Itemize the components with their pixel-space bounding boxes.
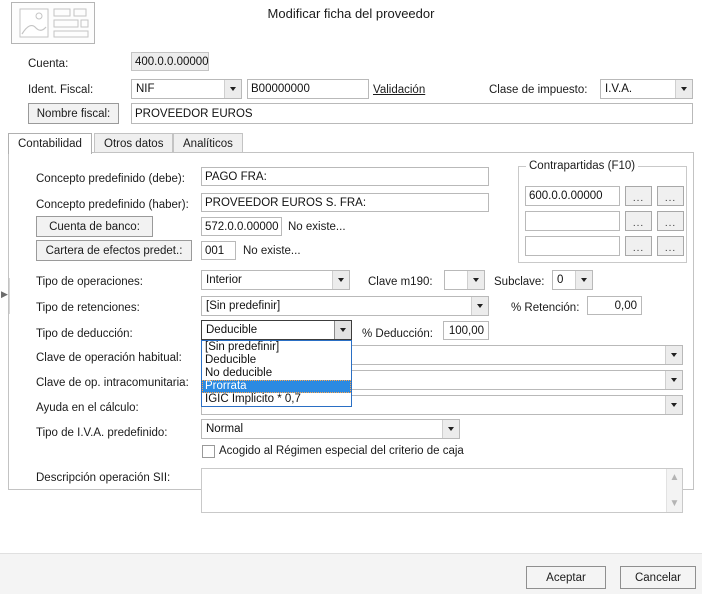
- contrapartida-field-2[interactable]: [525, 211, 620, 231]
- subclave-label: Subclave:: [494, 276, 545, 288]
- panel-edge-divider: [9, 278, 10, 314]
- contrapartida-browse-1b[interactable]: ...: [657, 186, 684, 206]
- dialog-window: Modificar ficha del proveedor Cuenta: 40…: [0, 0, 702, 594]
- chevron-down-icon[interactable]: [467, 271, 484, 289]
- tipo-operaciones-select[interactable]: Interior: [201, 270, 350, 290]
- cuenta-label: Cuenta:: [28, 58, 69, 70]
- chevron-down-icon[interactable]: [665, 371, 682, 389]
- tipo-deduccion-select[interactable]: Deducible: [201, 320, 352, 340]
- subclave-value: 0: [557, 274, 564, 286]
- clase-impuesto-value: I.V.A.: [605, 83, 633, 95]
- cancel-button[interactable]: Cancelar: [620, 566, 696, 589]
- tipo-iva-label: Tipo de I.V.A. predefinido:: [36, 427, 168, 439]
- dropdown-option-2[interactable]: No deducible: [202, 367, 351, 380]
- chevron-down-icon[interactable]: [224, 80, 241, 98]
- clase-impuesto-label: Clase de impuesto:: [489, 84, 588, 96]
- contrapartida-browse-1a[interactable]: ...: [625, 186, 652, 206]
- chevron-down-icon[interactable]: [665, 346, 682, 364]
- descripcion-sii-value[interactable]: [202, 469, 666, 512]
- descripcion-sii-textarea[interactable]: ▲ ▼: [201, 468, 683, 513]
- descripcion-sii-scrollbar[interactable]: ▲ ▼: [666, 469, 682, 512]
- ident-fiscal-field[interactable]: B00000000: [247, 79, 369, 99]
- tipo-retenciones-value: [Sin predefinir]: [206, 300, 281, 312]
- clave-op-intra-label: Clave de op. intracomunitaria:: [36, 377, 189, 389]
- tipo-iva-value: Normal: [206, 423, 244, 435]
- tipo-retenciones-label: Tipo de retenciones:: [36, 302, 140, 314]
- criterio-caja-label: Acogido al Régimen especial del criterio…: [219, 445, 464, 457]
- tipo-deduccion-value: Deducible: [206, 324, 258, 336]
- page-title: Modificar ficha del proveedor: [267, 6, 435, 21]
- chevron-down-icon[interactable]: [665, 396, 682, 414]
- chevron-down-icon[interactable]: [675, 80, 692, 98]
- tipo-operaciones-value: Interior: [206, 274, 242, 286]
- clave-m190-select[interactable]: [444, 270, 485, 290]
- clase-impuesto-select[interactable]: I.V.A.: [600, 79, 693, 99]
- contrapartida-field-1[interactable]: 600.0.0.00000: [525, 186, 620, 206]
- cartera-efectos-button[interactable]: Cartera de efectos predet.:: [36, 240, 192, 261]
- pct-deduccion-field[interactable]: 100,00: [443, 321, 489, 340]
- tipo-deduccion-dropdown-list[interactable]: [Sin predefinir] Deducible No deducible …: [201, 340, 352, 407]
- dropdown-option-1[interactable]: Deducible: [202, 354, 351, 367]
- cartera-efectos-field[interactable]: 001: [201, 241, 236, 260]
- ident-fiscal-type-select[interactable]: NIF: [131, 79, 242, 99]
- ayuda-calculo-label: Ayuda en el cálculo:: [36, 402, 139, 414]
- contrapartida-field-3[interactable]: [525, 236, 620, 256]
- subclave-select[interactable]: 0: [552, 270, 593, 290]
- chevron-down-icon[interactable]: [471, 297, 488, 315]
- contrapartidas-title: Contrapartidas (F10): [526, 160, 639, 172]
- chevron-down-icon[interactable]: [575, 271, 592, 289]
- tipo-iva-select[interactable]: Normal: [201, 419, 460, 439]
- contrapartida-browse-3b[interactable]: ...: [657, 236, 684, 256]
- tipo-deduccion-label: Tipo de deducción:: [36, 328, 133, 340]
- tab-contabilidad[interactable]: Contabilidad: [8, 133, 92, 154]
- tab-analiticos[interactable]: Analíticos: [173, 133, 243, 153]
- criterio-caja-checkbox[interactable]: [202, 445, 215, 458]
- dropdown-option-3[interactable]: Prorrata: [202, 380, 351, 393]
- pct-retencion-field[interactable]: 0,00: [587, 296, 642, 315]
- tab-otros-datos[interactable]: Otros datos: [94, 133, 174, 153]
- concepto-debe-field[interactable]: PAGO FRA:: [201, 167, 489, 186]
- dropdown-option-0[interactable]: [Sin predefinir]: [202, 341, 351, 354]
- chevron-down-icon[interactable]: [332, 271, 349, 289]
- nombre-fiscal-button[interactable]: Nombre fiscal:: [28, 103, 119, 124]
- tipo-operaciones-label: Tipo de operaciones:: [36, 276, 143, 288]
- pct-deduccion-label: % Deducción:: [362, 328, 433, 340]
- cartera-efectos-note: No existe...: [243, 245, 301, 257]
- contrapartida-browse-2a[interactable]: ...: [625, 211, 652, 231]
- accept-button[interactable]: Aceptar: [526, 566, 606, 589]
- pct-retencion-label: % Retención:: [511, 302, 580, 314]
- scroll-up-icon[interactable]: ▲: [670, 472, 680, 483]
- nombre-fiscal-field[interactable]: PROVEEDOR EUROS: [131, 103, 693, 124]
- contrapartida-browse-2b[interactable]: ...: [657, 211, 684, 231]
- concepto-haber-field[interactable]: PROVEEDOR EUROS S. FRA:: [201, 193, 489, 212]
- collapse-arrow-icon[interactable]: ▶: [1, 290, 9, 299]
- descripcion-sii-label: Descripción operación SII:: [36, 472, 171, 484]
- concepto-debe-label: Concepto predefinido (debe):: [36, 173, 185, 185]
- validacion-link[interactable]: Validación: [373, 84, 425, 96]
- cuenta-banco-note: No existe...: [288, 221, 346, 233]
- tipo-retenciones-select[interactable]: [Sin predefinir]: [201, 296, 489, 316]
- cuenta-field[interactable]: 400.0.0.00000: [131, 52, 209, 71]
- cuenta-banco-button[interactable]: Cuenta de banco:: [36, 216, 153, 237]
- chevron-down-icon[interactable]: [442, 420, 459, 438]
- clave-op-habitual-label: Clave de operación habitual:: [36, 352, 182, 364]
- clave-m190-label: Clave m190:: [368, 276, 433, 288]
- ident-fiscal-type-value: NIF: [136, 83, 155, 95]
- ident-fiscal-label: Ident. Fiscal:: [28, 84, 94, 96]
- concepto-haber-label: Concepto predefinido (haber):: [36, 199, 189, 211]
- cuenta-banco-field[interactable]: 572.0.0.00000: [201, 217, 282, 236]
- chevron-down-icon[interactable]: [334, 321, 351, 339]
- tab-strip: Contabilidad Otros datos Analíticos: [8, 133, 694, 154]
- scroll-down-icon[interactable]: ▼: [670, 498, 680, 509]
- dropdown-option-4[interactable]: IGIC Implicito * 0,7: [202, 393, 351, 406]
- contrapartida-browse-3a[interactable]: ...: [625, 236, 652, 256]
